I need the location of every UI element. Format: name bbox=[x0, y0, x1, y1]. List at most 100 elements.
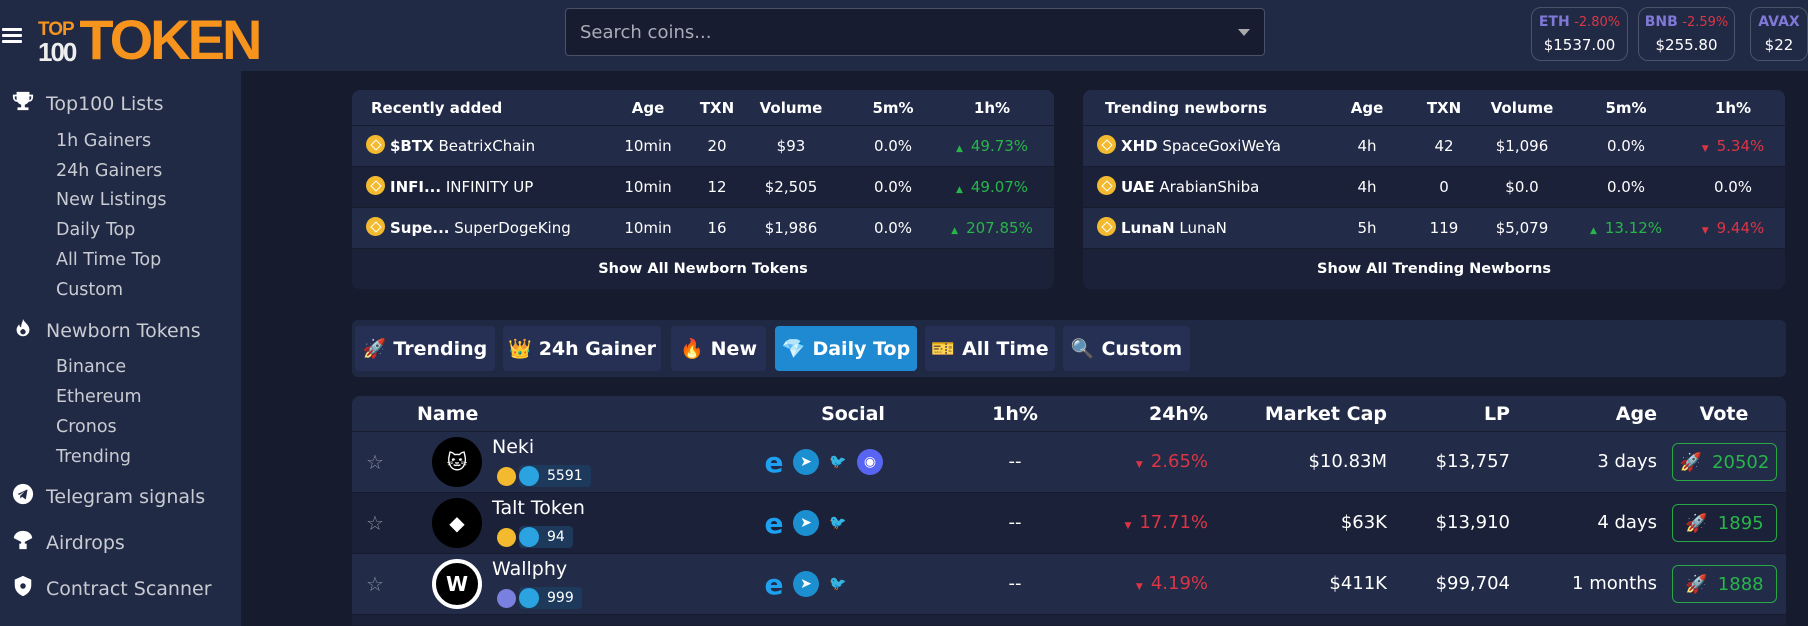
table-row[interactable] bbox=[352, 615, 1786, 625]
telegram-members-badge: 94 bbox=[519, 526, 573, 548]
token-name[interactable]: Wallphy bbox=[492, 558, 567, 580]
tab-new[interactable]: 🔥 New bbox=[671, 326, 766, 371]
table-header: Trending newborns Age TXN Volume 5m% 1h% bbox=[1083, 90, 1785, 126]
table-row[interactable]: INFI... INFINITY UP10min12$2,5050.0%49.0… bbox=[352, 167, 1054, 208]
bnb-chain-icon bbox=[497, 527, 516, 547]
tab-all-time[interactable]: 🎫 All Time bbox=[925, 326, 1055, 371]
vote-button[interactable]: 🚀 1888 bbox=[1672, 565, 1777, 603]
website-icon[interactable]: e bbox=[761, 446, 787, 479]
token-badges: 999 bbox=[497, 587, 582, 609]
sidebar-contract-scanner[interactable]: Contract Scanner bbox=[12, 575, 212, 602]
logo-100: 100 bbox=[38, 37, 77, 67]
table-row[interactable]: ☆◆Talt Token94e➤🐦--17.71%$63K$13,9104 da… bbox=[352, 493, 1786, 554]
telegram-icon[interactable]: ➤ bbox=[793, 449, 819, 475]
token-name: SpaceGoxiWeYa bbox=[1162, 137, 1281, 155]
vote-button[interactable]: 🚀 20502 bbox=[1672, 443, 1777, 481]
trending-emoji-icon: 🚀 bbox=[362, 338, 387, 360]
sidebar-label: Top100 Lists bbox=[46, 92, 164, 115]
tab-daily-top[interactable]: 💎 Daily Top bbox=[775, 326, 917, 371]
coin-symbol: BNB bbox=[1644, 14, 1678, 30]
search-input[interactable]: Search coins... bbox=[565, 8, 1265, 56]
column-header: Volume bbox=[1490, 99, 1554, 117]
tab-label: All Time bbox=[962, 337, 1049, 360]
telegram-icon[interactable]: ➤ bbox=[793, 510, 819, 536]
table-row[interactable]: Supe... SuperDogeKing10min16$1,9860.0%20… bbox=[352, 208, 1054, 249]
tab-24h-gainer[interactable]: 👑 24h Gainer bbox=[503, 326, 661, 371]
sidebar-item-cronos[interactable]: Cronos bbox=[56, 417, 117, 437]
telegram-count: 94 bbox=[547, 529, 565, 545]
social-links: e ➤ 🐦 ◉ bbox=[761, 446, 883, 479]
sidebar-item-1h-gainers[interactable]: 1h Gainers bbox=[56, 131, 151, 151]
coin-symbol: AVAX bbox=[1758, 14, 1800, 30]
bnb-chain-icon bbox=[366, 176, 385, 195]
sidebar-airdrops[interactable]: Airdrops bbox=[12, 529, 125, 556]
tab-label: New bbox=[710, 337, 757, 360]
daily-top-emoji-icon: 💎 bbox=[781, 338, 806, 360]
token-name: ArabianShiba bbox=[1159, 178, 1260, 196]
column-header: Social bbox=[821, 403, 885, 425]
coin-price: $22 bbox=[1764, 36, 1794, 54]
table-row[interactable]: $BTX BeatrixChain10min20$930.0%49.73% bbox=[352, 126, 1054, 167]
column-header: Age bbox=[1615, 403, 1657, 425]
sidebar-telegram-signals[interactable]: Telegram signals bbox=[12, 483, 205, 510]
column-header: 5m% bbox=[1605, 99, 1647, 117]
sidebar-label: Newborn Tokens bbox=[46, 319, 201, 342]
price-card-eth[interactable]: ETH -2.80% $1537.00 bbox=[1531, 7, 1628, 61]
favorite-star-icon[interactable]: ☆ bbox=[366, 432, 384, 492]
age-cell: 1 months bbox=[1572, 573, 1657, 594]
sidebar-item-ethereum[interactable]: Ethereum bbox=[56, 387, 142, 407]
sidebar-item-trending[interactable]: Trending bbox=[56, 447, 131, 467]
telegram-members-badge: 999 bbox=[519, 587, 582, 609]
table-row[interactable]: ☆WWallphy999e➤🐦--4.19%$411K$99,7041 mont… bbox=[352, 554, 1786, 615]
age-cell: 3 days bbox=[1597, 451, 1657, 472]
twitter-icon[interactable]: 🐦 bbox=[825, 510, 851, 536]
sidebar-item-binance[interactable]: Binance bbox=[56, 357, 126, 377]
ethereum-chain-icon bbox=[497, 588, 516, 608]
tab-trending[interactable]: 🚀 Trending bbox=[355, 326, 495, 371]
favorite-star-icon[interactable]: ☆ bbox=[366, 554, 384, 614]
token-name[interactable]: Talt Token bbox=[492, 497, 585, 519]
price-card-avax[interactable]: AVAX $22 bbox=[1750, 7, 1808, 61]
m5-cell: 13.12% bbox=[1566, 208, 1686, 252]
bnb-chain-icon bbox=[366, 135, 385, 154]
sidebar-item-custom[interactable]: Custom bbox=[56, 280, 123, 300]
favorite-star-icon[interactable]: ☆ bbox=[366, 493, 384, 553]
table-header: Recently added Age TXN Volume 5m% 1h% bbox=[352, 90, 1054, 126]
token-symbol: LunaN bbox=[1121, 219, 1175, 237]
vote-button[interactable]: 🚀 1895 bbox=[1672, 504, 1777, 542]
sidebar-top100-lists[interactable]: Top100 Lists bbox=[12, 90, 163, 117]
twitter-icon[interactable]: 🐦 bbox=[825, 571, 851, 597]
table-row[interactable]: LunaN LunaN5h119$5,07913.12%9.44% bbox=[1083, 208, 1785, 249]
show-all-link[interactable]: Show All Newborn Tokens bbox=[352, 249, 1054, 289]
logo-token: TOKEN bbox=[79, 8, 262, 71]
website-icon[interactable]: e bbox=[761, 507, 787, 540]
menu-icon[interactable] bbox=[2, 28, 22, 44]
column-header: Recently added bbox=[371, 99, 503, 117]
twitter-icon[interactable]: 🐦 bbox=[825, 449, 851, 475]
sidebar-item-all-time-top[interactable]: All Time Top bbox=[56, 250, 161, 270]
telegram-icon bbox=[519, 588, 539, 608]
token-name[interactable]: Neki bbox=[492, 436, 534, 458]
telegram-icon[interactable]: ➤ bbox=[793, 571, 819, 597]
token-name: SuperDogeKing bbox=[454, 219, 571, 237]
logo[interactable]: TOP 100 TOKEN bbox=[38, 5, 262, 71]
sidebar-newborn-tokens[interactable]: Newborn Tokens bbox=[12, 317, 201, 344]
show-all-link[interactable]: Show All Trending Newborns bbox=[1083, 249, 1785, 289]
table-row[interactable]: UAE ArabianShiba 4h 0 $0.0 0.0% 0.0% bbox=[1083, 167, 1785, 208]
token-symbol: Supe... bbox=[390, 219, 450, 237]
discord-icon[interactable]: ◉ bbox=[857, 449, 883, 475]
new-emoji-icon: 🔥 bbox=[679, 338, 704, 360]
table-row[interactable]: ☆🐱Neki5591e➤🐦◉--2.65%$10.83M$13,7573 day… bbox=[352, 432, 1786, 493]
sidebar-item-24h-gainers[interactable]: 24h Gainers bbox=[56, 161, 162, 181]
contract-scanner-icon bbox=[12, 575, 34, 602]
price-card-bnb[interactable]: BNB -2.59% $255.80 bbox=[1638, 7, 1735, 61]
sidebar-item-daily-top[interactable]: Daily Top bbox=[56, 220, 135, 240]
table-row[interactable]: XHD SpaceGoxiWeYa4h42$1,0960.0%5.34% bbox=[1083, 126, 1785, 167]
bnb-chain-icon bbox=[366, 217, 385, 236]
website-icon[interactable]: e bbox=[761, 568, 787, 601]
tab-custom[interactable]: 🔍 Custom bbox=[1063, 326, 1190, 371]
airdrops-icon bbox=[12, 529, 34, 556]
recently-added-table: Recently added Age TXN Volume 5m% 1h% $BTX Bea… bbox=[352, 90, 1054, 289]
sidebar-item-new-listings[interactable]: New Listings bbox=[56, 190, 167, 210]
24h-gainer-emoji-icon: 👑 bbox=[508, 338, 532, 360]
